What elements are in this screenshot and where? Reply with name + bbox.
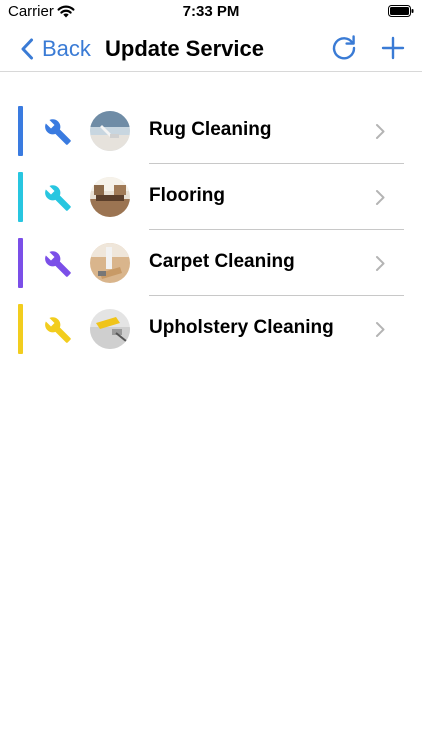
chevron-right-icon: [376, 190, 385, 205]
wrench-icon: [45, 185, 71, 211]
service-color-bar: [18, 172, 23, 222]
service-row-flooring[interactable]: Flooring: [0, 164, 422, 230]
back-button[interactable]: Back: [20, 36, 91, 62]
status-time: 7:33 PM: [182, 3, 240, 20]
service-color-bar: [18, 304, 23, 354]
service-row-carpet-cleaning[interactable]: Carpet Cleaning: [0, 230, 422, 296]
chevron-right-icon: [376, 256, 385, 271]
service-row-rug-cleaning[interactable]: Rug Cleaning: [0, 98, 422, 164]
service-label: Carpet Cleaning: [149, 251, 295, 272]
service-label: Upholstery Cleaning: [149, 317, 334, 338]
wrench-icon: [45, 317, 71, 343]
service-label: Rug Cleaning: [149, 119, 272, 140]
add-icon[interactable]: [381, 36, 405, 60]
service-color-bar: [18, 106, 23, 156]
wrench-icon: [45, 251, 71, 277]
status-bar: Carrier 7:33 PM: [0, 0, 422, 24]
battery-icon: [388, 5, 414, 17]
service-thumbnail: [90, 111, 130, 151]
chevron-left-icon: [21, 38, 33, 60]
service-row-upholstery-cleaning[interactable]: Upholstery Cleaning: [0, 296, 422, 362]
navigation-bar: Back Update Service: [0, 24, 422, 72]
service-thumbnail: [90, 177, 130, 217]
page-title: Update Service: [105, 36, 264, 61]
service-color-bar: [18, 238, 23, 288]
back-label: Back: [42, 36, 91, 61]
chevron-right-icon: [376, 322, 385, 337]
service-thumbnail: [90, 309, 130, 349]
service-thumbnail: [90, 243, 130, 283]
refresh-icon[interactable]: [330, 34, 358, 62]
chevron-right-icon: [376, 124, 385, 139]
service-label: Flooring: [149, 185, 225, 206]
wrench-icon: [45, 119, 71, 145]
